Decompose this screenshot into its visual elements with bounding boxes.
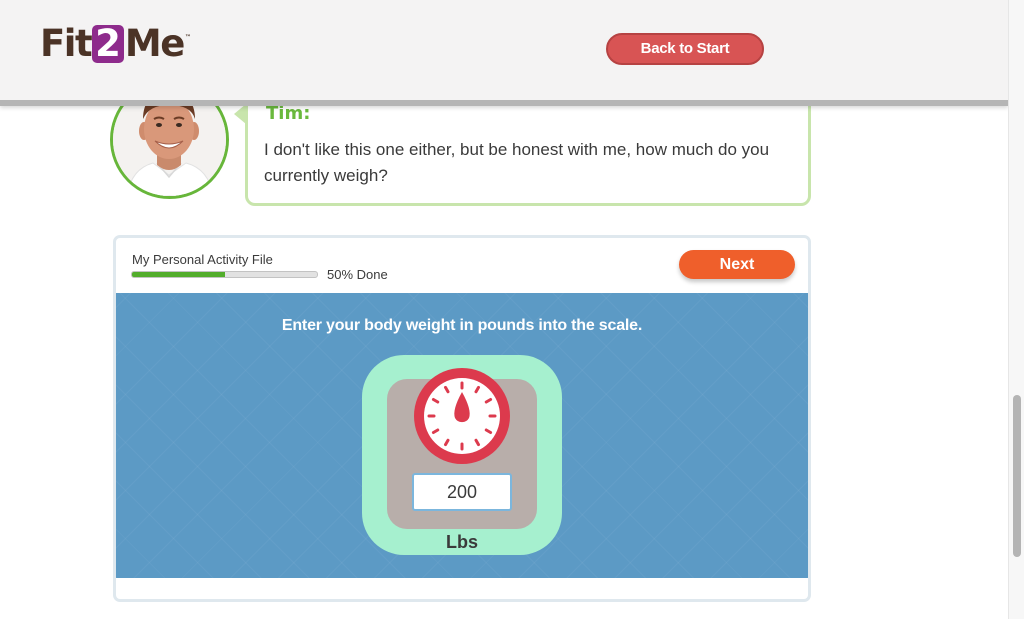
next-button[interactable]: Next bbox=[679, 250, 795, 279]
progress-text: 50% Done bbox=[327, 267, 388, 282]
logo-text-2: 2 bbox=[92, 25, 124, 63]
weight-entry-panel: Enter your body weight in pounds into th… bbox=[116, 293, 808, 578]
logo-text-fit: Fit bbox=[40, 22, 93, 65]
bathroom-scale: Lbs bbox=[362, 355, 562, 555]
activity-file-title: My Personal Activity File bbox=[132, 252, 273, 267]
scrollbar-thumb[interactable] bbox=[1013, 395, 1021, 557]
page-scrollbar[interactable] bbox=[1008, 0, 1024, 619]
activity-card: My Personal Activity File 50% Done Next … bbox=[113, 235, 811, 602]
fit2me-logo[interactable]: Fit 2 Me ™ bbox=[40, 24, 191, 64]
scale-dial-icon bbox=[414, 368, 510, 464]
logo-trademark: ™ bbox=[184, 34, 191, 41]
header: Fit 2 Me ™ Back to Start bbox=[0, 0, 1008, 106]
weight-input[interactable] bbox=[412, 473, 512, 511]
unit-label: Lbs bbox=[445, 532, 478, 552]
back-to-start-button[interactable]: Back to Start bbox=[606, 33, 764, 65]
progress-bar bbox=[131, 271, 318, 278]
logo-text-me: Me bbox=[124, 22, 185, 65]
scale-platform bbox=[387, 368, 537, 529]
progress-bar-fill bbox=[132, 272, 225, 277]
speaker-name: Tim: bbox=[266, 103, 311, 124]
instruction-text: Enter your body weight in pounds into th… bbox=[281, 317, 643, 334]
coach-message: I don't like this one either, but be hon… bbox=[264, 140, 770, 185]
